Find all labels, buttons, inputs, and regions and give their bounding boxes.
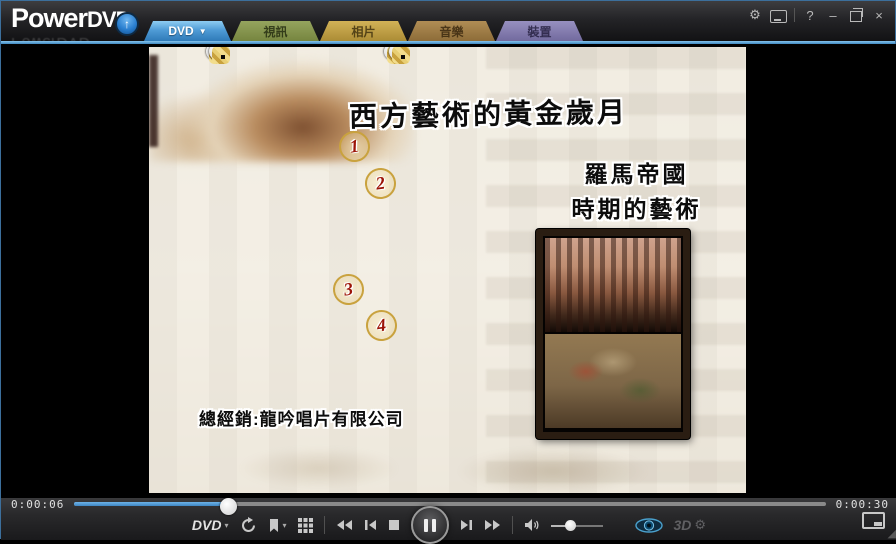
restore-button[interactable] bbox=[848, 7, 864, 23]
divider bbox=[324, 516, 325, 534]
chevron-down-icon: ▼ bbox=[199, 27, 207, 36]
faded-bottom-imagery bbox=[189, 438, 709, 493]
next-button[interactable] bbox=[460, 519, 473, 531]
switch-display-button[interactable] bbox=[862, 512, 885, 529]
tab-video[interactable]: 視訊 bbox=[232, 21, 319, 41]
volume-slider[interactable] bbox=[551, 520, 603, 531]
fast-forward-button[interactable] bbox=[484, 519, 501, 531]
video-stage: 西方藝術的黃金歲月 羅馬帝國 時期的藝術 母狼哺育一對孿生嬰孩養育長大 1 2 … bbox=[1, 44, 896, 498]
divider bbox=[512, 516, 513, 534]
previous-button[interactable] bbox=[364, 519, 377, 531]
truetheater-eye-icon[interactable] bbox=[635, 518, 663, 533]
settings-gear-icon[interactable]: ⚙ bbox=[747, 7, 763, 23]
grid-menu-icon[interactable] bbox=[298, 518, 313, 533]
timeline-row: 0:00:06 0:00:30 bbox=[1, 498, 896, 510]
tab-device[interactable]: 裝置 bbox=[496, 21, 583, 41]
minimize-button[interactable]: – bbox=[825, 7, 841, 23]
bookmark-icon[interactable]: ▾ bbox=[268, 518, 287, 533]
rewind-button[interactable] bbox=[336, 519, 353, 531]
video-display[interactable]: 西方藝術的黃金歲月 羅馬帝國 時期的藝術 母狼哺育一對孿生嬰孩養育長大 1 2 … bbox=[149, 47, 746, 493]
colosseum-exterior-image bbox=[545, 238, 681, 332]
resize-grip[interactable]: ◢ bbox=[888, 527, 896, 540]
upgrade-button[interactable]: ↑ bbox=[115, 12, 139, 36]
divider bbox=[794, 8, 795, 22]
transport-controls: DVD▾ ▾ bbox=[1, 510, 896, 540]
seek-fill bbox=[74, 502, 224, 506]
tv-mode-icon[interactable] bbox=[770, 7, 787, 23]
rome-side-panel bbox=[536, 229, 690, 439]
dvd-menu-subtitle: 羅馬帝國 時期的藝術 bbox=[564, 157, 709, 227]
titlebar: PowerDVD PowerDVD ↑ DVD▼ 視訊 相片 音樂 裝置 ⚙ ?… bbox=[1, 1, 895, 41]
seek-bar[interactable] bbox=[74, 502, 825, 506]
chapter-3-thumbnail[interactable]: 雕刻於石棺上的圓形浮雕 bbox=[209, 47, 226, 60]
volume-thumb[interactable] bbox=[565, 520, 576, 531]
chevron-down-icon: ▾ bbox=[283, 521, 287, 530]
dvd-menu-title: 西方藝術的黃金歲月 bbox=[349, 91, 629, 136]
media-tabs: DVD▼ 視訊 相片 音樂 裝置 bbox=[144, 21, 584, 41]
painting-edge bbox=[149, 55, 158, 147]
3d-settings-gear-icon: ⚙ bbox=[694, 517, 706, 533]
stone-relief-image: 雕刻於石棺上的圓形浮雕 bbox=[221, 55, 225, 59]
tab-photo[interactable]: 相片 bbox=[320, 21, 407, 41]
playback-bar: 0:00:06 0:00:30 DVD▾ ▾ bbox=[1, 498, 896, 540]
repeat-icon[interactable] bbox=[240, 517, 257, 534]
tab-music[interactable]: 音樂 bbox=[408, 21, 495, 41]
3d-mode-button[interactable]: 3D⚙ bbox=[674, 517, 707, 533]
stop-button[interactable] bbox=[388, 519, 400, 531]
pause-button[interactable] bbox=[411, 506, 449, 544]
window-controls: ⚙ ? – × bbox=[747, 7, 887, 23]
total-time: 0:00:30 bbox=[836, 498, 889, 511]
source-select-button[interactable]: DVD▾ bbox=[192, 517, 229, 533]
help-button[interactable]: ? bbox=[802, 7, 818, 23]
close-button[interactable]: × bbox=[871, 7, 887, 23]
volume-icon[interactable] bbox=[524, 518, 540, 532]
distributor-text: 總經銷:龍吟唱片有限公司 bbox=[199, 405, 404, 430]
tab-dvd[interactable]: DVD▼ bbox=[144, 21, 231, 41]
up-arrow-icon: ↑ bbox=[124, 17, 130, 31]
elapsed-time: 0:00:06 bbox=[11, 498, 64, 511]
colosseum-interior-image: 競技場內的廣場通常作為鬥劍或鬥獸用途 bbox=[401, 55, 405, 59]
battle-painting-image bbox=[545, 334, 681, 428]
chevron-down-icon: ▾ bbox=[224, 521, 228, 530]
chapter-4-thumbnail[interactable]: 競技場內的廣場通常作為鬥劍或鬥獸用途 bbox=[389, 47, 406, 60]
powerdvd-window: PowerDVD PowerDVD ↑ DVD▼ 視訊 相片 音樂 裝置 ⚙ ?… bbox=[0, 0, 896, 539]
